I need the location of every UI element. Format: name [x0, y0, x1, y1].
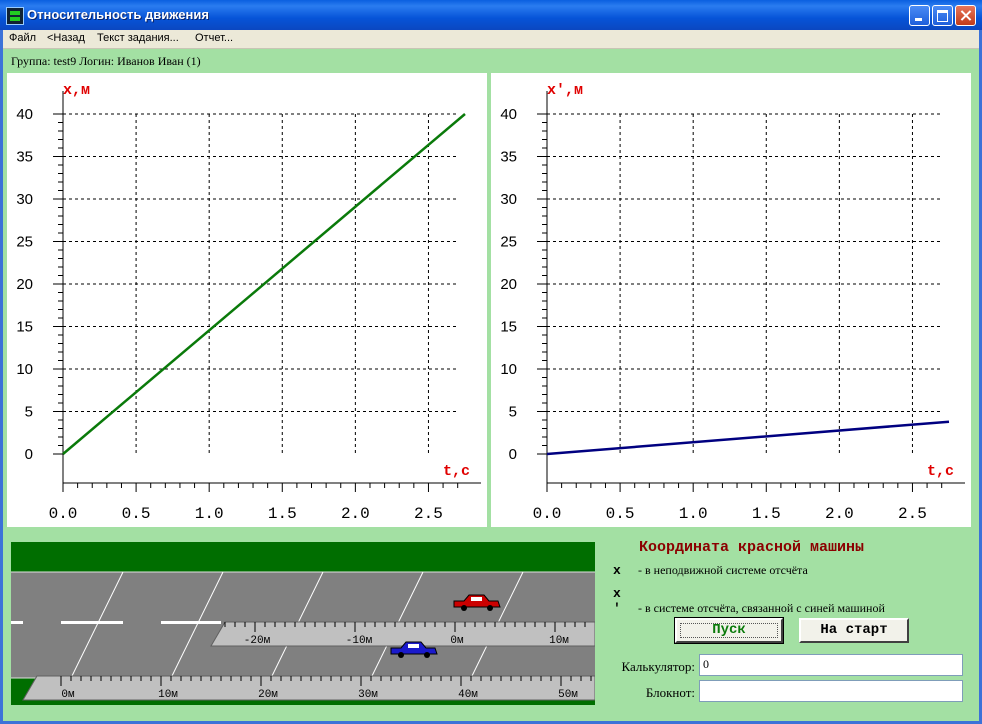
upper-ruler-label: -20м — [244, 635, 271, 647]
menu-task-text[interactable]: Текст задания... — [97, 32, 179, 44]
title-bar[interactable]: Относительность движения — [0, 0, 982, 30]
maximize-button[interactable] — [932, 5, 953, 26]
left-chart-y-tick-label: 25 — [16, 234, 33, 251]
legend-x-symbol: x — [613, 563, 621, 578]
right-chart-y-axis-label: x',м — [547, 82, 583, 99]
legend-moving-frame: x ' - в системе отсчёта, связанной с син… — [613, 586, 885, 616]
right-chart-x-tick-label: 1.0 — [679, 505, 708, 523]
left-chart-x-tick-label: 1.5 — [268, 505, 297, 523]
upper-ruler-label: 0м — [450, 635, 464, 647]
right-chart-x-tick-label: 0.5 — [606, 505, 635, 523]
right-chart-x-tick-label: 2.0 — [825, 505, 854, 523]
left-chart-y-tick-label: 10 — [16, 361, 33, 378]
reset-button[interactable]: На старт — [799, 618, 909, 643]
right-chart-y-tick-label: 15 — [500, 319, 517, 336]
legend-x-text: - в неподвижной системе отсчёта — [638, 563, 808, 577]
upper-ruler-label: 10м — [549, 635, 569, 647]
app-window: Относительность движения Файл <Назад Тек… — [0, 0, 982, 724]
chart-x-vs-t: 0 5 10 15 20 25 30 35 40 0.0 0.5 1.0 1.5 2.0 2.5 x,м t,с — [7, 73, 487, 527]
lower-ruler-label: 30м — [358, 689, 378, 701]
control-panel: Координата красной машины x - в неподвиж… — [603, 535, 979, 721]
left-chart-x-tick-label: 0.5 — [122, 505, 151, 523]
lower-ruler-label: 50м — [558, 689, 578, 701]
right-chart-y-tick-label: 20 — [500, 276, 517, 293]
lower-ruler-label: 20м — [258, 689, 278, 701]
menu-file[interactable]: Файл — [9, 32, 36, 44]
menu-back[interactable]: <Назад — [47, 32, 85, 44]
coordinate-title: Координата красной машины — [639, 539, 865, 556]
start-button[interactable]: Пуск — [674, 617, 784, 644]
left-chart-x-tick-label: 0.0 — [49, 505, 78, 523]
right-chart-y-tick-label: 5 — [509, 404, 517, 421]
window-title: Относительность движения — [27, 7, 209, 22]
right-chart-y-tick-label: 10 — [500, 361, 517, 378]
right-chart-y-tick-label: 25 — [500, 234, 517, 251]
left-chart-y-tick-label: 15 — [16, 319, 33, 336]
left-chart-y-tick-label: 30 — [16, 191, 33, 208]
chart-xprime-vs-t-svg: 0 5 10 15 20 25 30 35 40 0.0 0.5 1.0 1.5 2.0 2.5 x',м t,… — [500, 82, 965, 523]
user-status: Группа: test9 Логин: Иванов Иван (1) — [11, 54, 201, 68]
menu-report[interactable]: Отчет... — [195, 32, 233, 44]
minimize-button[interactable] — [909, 5, 930, 26]
right-chart-y-tick-label: 30 — [500, 191, 517, 208]
notepad-label: Блокнот: — [645, 685, 695, 700]
app-icon[interactable] — [6, 7, 24, 25]
right-chart-y-tick-label: 0 — [509, 446, 517, 463]
right-chart-x-tick-label: 2.5 — [898, 505, 927, 523]
lower-ruler-label: 0м — [61, 689, 75, 701]
chart-x-vs-t-svg: 0 5 10 15 20 25 30 35 40 0.0 0.5 1.0 1.5 2.0 2.5 x,м t,с — [16, 82, 481, 523]
right-chart-x-axis-label: t,с — [927, 463, 954, 480]
notepad-field[interactable] — [699, 680, 963, 702]
right-chart-x-tick-label: 1.5 — [752, 505, 781, 523]
right-chart-y-tick-label: 40 — [500, 106, 517, 123]
chart-xprime-vs-t: 0 5 10 15 20 25 30 35 40 0.0 0.5 1.0 1.5 2.0 2.5 x',м t,… — [491, 73, 971, 527]
left-chart-x-tick-label: 1.0 — [195, 505, 224, 523]
lower-ruler-label: 40м — [458, 689, 478, 701]
left-chart-x-tick-label: 2.0 — [341, 505, 370, 523]
left-chart-y-axis-label: x,м — [63, 82, 90, 99]
left-chart-x-axis-label: t,с — [443, 463, 470, 480]
legend-xprime-text: - в системе отсчёта, связанной с синей м… — [638, 601, 885, 615]
menu-bar: Файл <Назад Текст задания... Отчет... — [3, 30, 979, 49]
calculator-field[interactable]: 0 — [699, 654, 963, 676]
road-animation: -20м -10м 0м 10м 0м 10м 20м 30м 40м 50м — [11, 542, 595, 705]
left-chart-y-tick-label: 20 — [16, 276, 33, 293]
close-button[interactable] — [955, 5, 976, 26]
legend-fixed-frame: x - в неподвижной системе отсчёта — [613, 563, 808, 578]
lower-ruler-label: 10м — [158, 689, 178, 701]
left-chart-y-tick-label: 0 — [25, 446, 33, 463]
legend-xprime-symbol: x ' — [613, 586, 621, 616]
right-chart-x-tick-label: 0.0 — [533, 505, 562, 523]
upper-ruler-label: -10м — [346, 635, 373, 647]
left-chart-y-tick-label: 40 — [16, 106, 33, 123]
right-chart-y-tick-label: 35 — [500, 149, 517, 166]
left-chart-y-tick-label: 35 — [16, 149, 33, 166]
client-area: Файл <Назад Текст задания... Отчет... Гр… — [3, 30, 979, 721]
left-chart-y-tick-label: 5 — [25, 404, 33, 421]
left-chart-x-tick-label: 2.5 — [414, 505, 443, 523]
calculator-label: Калькулятор: — [621, 659, 695, 674]
lower-ruler — [22, 675, 595, 701]
right-chart-series-line — [546, 420, 950, 456]
